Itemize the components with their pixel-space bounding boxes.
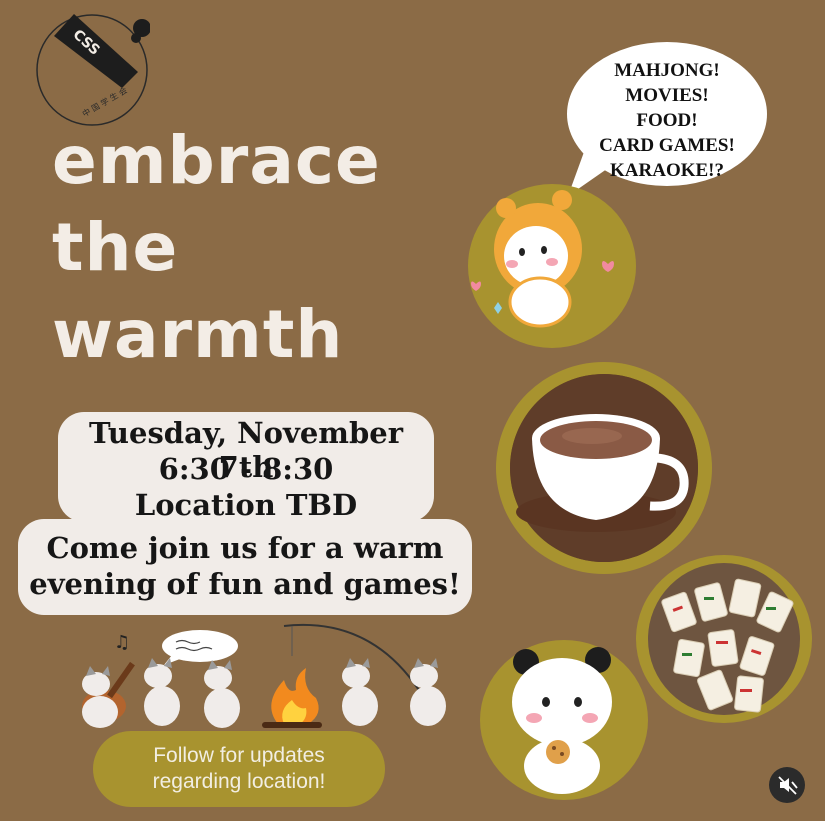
invite-line-2: evening of fun and games! (29, 567, 461, 601)
mahjong-tiles-image (648, 563, 800, 715)
hot-chocolate-image (510, 374, 698, 562)
headline-line-2: the (52, 209, 179, 286)
headline-line-3: warmth (52, 296, 344, 373)
speaker-muted-icon (778, 776, 798, 795)
bear-illustration (471, 190, 614, 328)
cats-campfire-illustration: ♫ (82, 624, 446, 728)
follow-updates-pill[interactable] (93, 731, 385, 807)
bubble-item-food: FOOD! (636, 110, 698, 131)
logo-subtext: 中 国 学 生 会 (80, 85, 128, 119)
mute-button[interactable] (769, 767, 805, 803)
panda-illustration (512, 647, 612, 794)
css-logo: CSS 中 国 学 生 会 (36, 14, 150, 126)
event-location: Location TBD (134, 488, 358, 522)
headline-line-1: embrace (52, 122, 381, 199)
cta-line-1: Follow for updates (153, 744, 325, 767)
bubble-item-movies: MOVIES! (625, 85, 709, 106)
svg-text:♫: ♫ (114, 632, 130, 653)
bubble-item-card-games: CARD GAMES! (599, 135, 735, 156)
cta-line-2: regarding location! (152, 770, 326, 793)
event-time: 6:30 - 8:30 (158, 452, 334, 486)
bubble-item-karaoke: KARAOKE!? (610, 160, 724, 181)
bubble-item-mahjong: MAHJONG! (614, 60, 720, 81)
invite-line-1: Come join us for a warm (46, 531, 444, 565)
